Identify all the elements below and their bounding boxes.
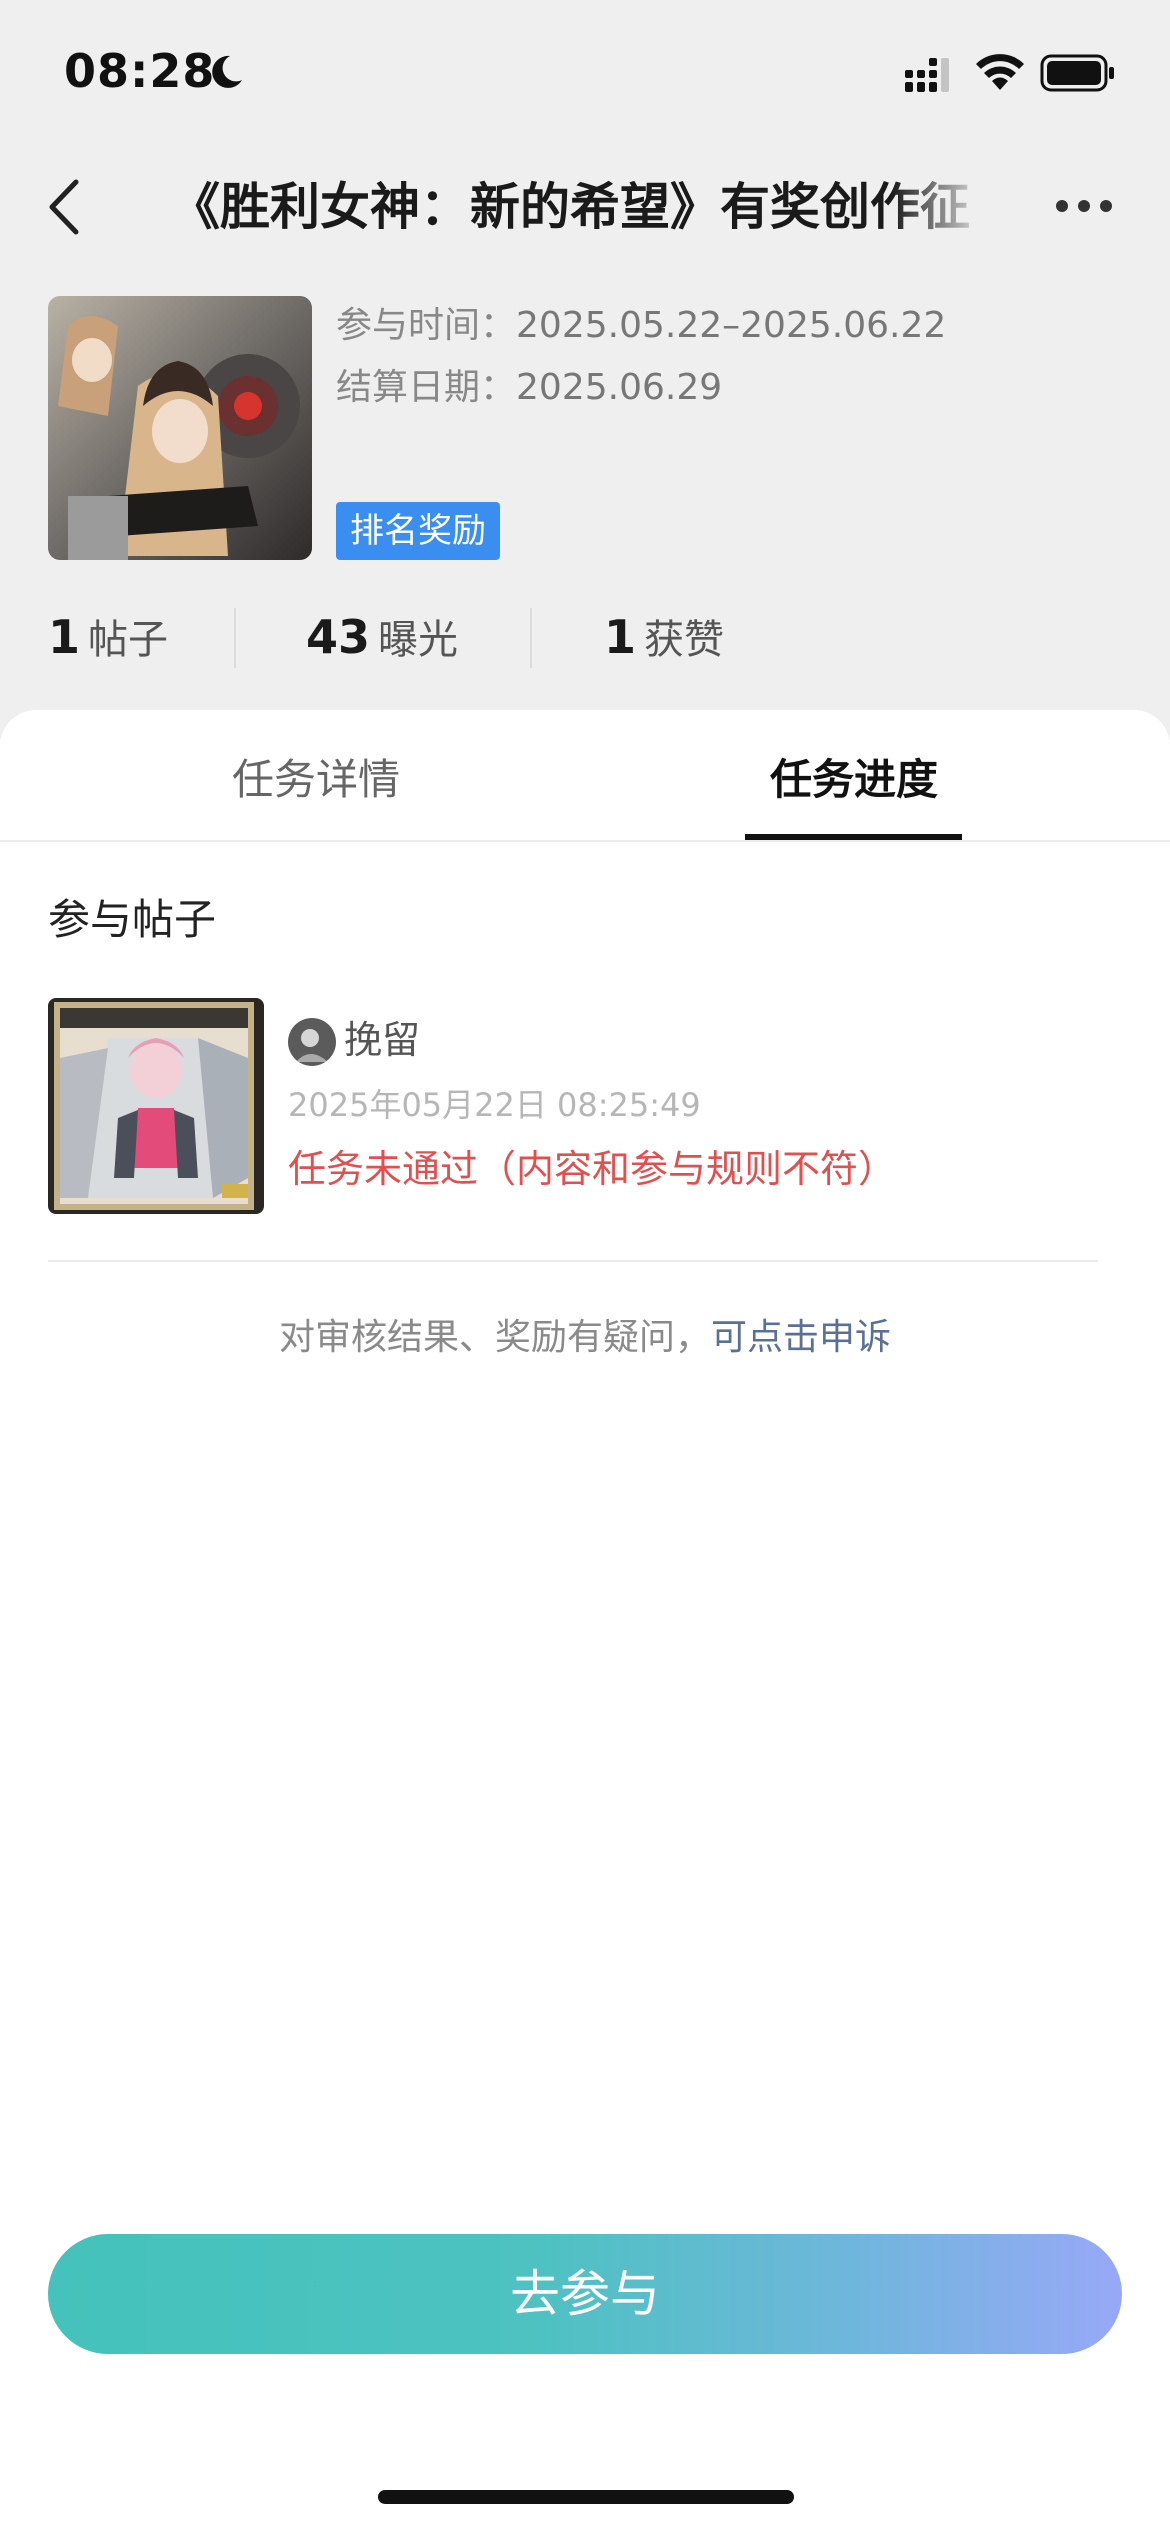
stat-views: 43 曝光 <box>306 606 458 668</box>
post-review-status: 任务未通过（内容和参与规则不符） <box>288 1147 897 1191</box>
more-dots-icon[interactable] <box>1054 196 1114 216</box>
chevron-left-icon[interactable] <box>44 176 88 238</box>
section-title: 参与帖子 <box>48 895 217 944</box>
appeal-link[interactable]: 可点击申诉 <box>711 1317 891 1358</box>
appeal-text: 对审核结果、奖励有疑问， <box>278 1317 711 1358</box>
stat-likes: 1 获赞 <box>604 606 724 668</box>
stat-divider <box>234 608 236 668</box>
stat-views-label: 曝光 <box>378 617 459 663</box>
stat-posts-label: 帖子 <box>88 617 169 663</box>
stat-views-value: 43 <box>306 610 371 664</box>
stat-likes-label: 获赞 <box>644 617 725 663</box>
wifi-icon <box>976 54 1024 90</box>
participation-time-label: 参与时间： <box>336 305 517 346</box>
join-button[interactable]: 去参与 <box>48 2234 1122 2354</box>
post-author-name: 挽留 <box>344 1018 421 1062</box>
settlement-date-value: 2025.06.29 <box>516 367 723 408</box>
settlement-date: 结算日期：2025.06.29 <box>336 358 722 410</box>
tab-task-details[interactable]: 任务详情 <box>232 750 400 810</box>
post-timestamp: 2025年05月22日 08:25:49 <box>288 1086 701 1124</box>
home-indicator <box>378 2490 794 2504</box>
signal-icon <box>905 58 949 92</box>
battery-icon <box>1040 54 1114 92</box>
settlement-date-label: 结算日期： <box>336 367 517 408</box>
stat-likes-value: 1 <box>604 610 637 664</box>
stat-posts: 1 帖子 <box>48 606 168 668</box>
tab-bar-border <box>0 840 1170 842</box>
stat-divider <box>530 608 532 668</box>
participating-post[interactable]: 挽留 2025年05月22日 08:25:49 任务未通过（内容和参与规则不符） <box>48 998 1098 1218</box>
participation-time: 参与时间：2025.05.22–2025.06.22 <box>336 296 946 348</box>
list-divider <box>48 1260 1098 1262</box>
post-thumbnail[interactable] <box>48 998 264 1214</box>
moon-icon <box>212 55 242 88</box>
active-tab-indicator <box>745 834 962 840</box>
participation-time-value: 2025.05.22–2025.06.22 <box>516 305 947 346</box>
stat-posts-value: 1 <box>48 610 81 664</box>
page-title: 《胜利女神：新的希望》有奖创作征 <box>170 178 970 236</box>
status-time: 08:28 <box>64 44 216 98</box>
ranking-reward-badge: 排名奖励 <box>336 502 500 560</box>
campaign-cover-image <box>48 296 312 560</box>
tab-task-progress[interactable]: 任务进度 <box>770 750 938 810</box>
appeal-line: 对审核结果、奖励有疑问，可点击申诉 <box>0 1310 1170 1366</box>
author-avatar[interactable] <box>288 1018 336 1066</box>
header-area: 08:28 《胜利女神：新的希望》有奖创作征 参与时间：2025.05.22–2… <box>0 0 1170 740</box>
